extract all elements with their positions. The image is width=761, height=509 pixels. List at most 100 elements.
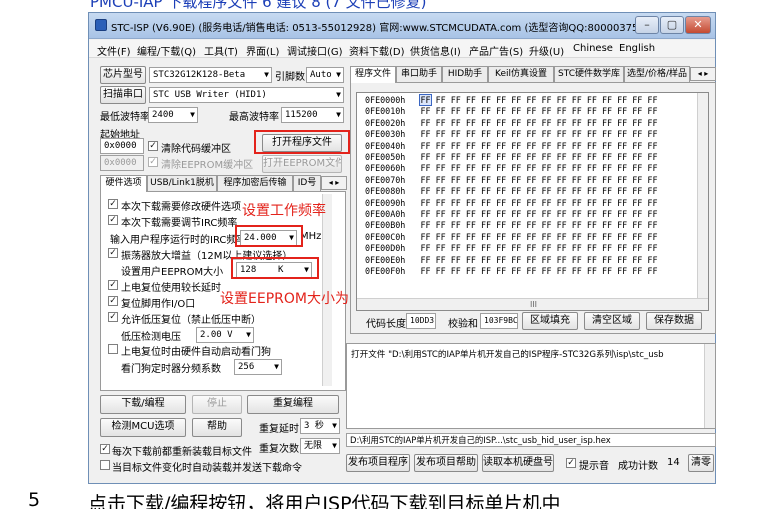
hex-byte-first: FF: [420, 186, 431, 197]
read-disk-serial-button[interactable]: 读取本机硬盘号: [482, 454, 554, 472]
repeat-delay-label: 重复延时: [259, 424, 299, 435]
hex-row: 0FE0050h FF FF FF FF FF FF FF FF FF FF F…: [365, 152, 657, 162]
hex-row: 0FE00A0h FF FF FF FF FF FF FF FF FF FF F…: [365, 209, 657, 219]
hex-address: 0FE00A0h: [365, 209, 406, 219]
tab-encrypted-transfer[interactable]: 程序加密后传输: [217, 175, 293, 191]
lvd-select[interactable]: 2.00 V ▼: [196, 327, 254, 343]
menu-interface[interactable]: 界面(L): [246, 43, 279, 58]
menu-upgrade[interactable]: 升级(U): [529, 43, 564, 58]
tab-serial-assistant[interactable]: 串口助手: [396, 66, 442, 82]
doc-top-caption: PMCU-IAP 下载程序文件 6 建议 8 (7 文件已修复): [90, 0, 427, 10]
stop-button[interactable]: 停止: [192, 395, 242, 414]
publish-project-button[interactable]: 发布项目程序: [346, 454, 410, 472]
hex-address: 0FE0080h: [365, 186, 406, 197]
min-baud-select[interactable]: 2400 ▼: [148, 107, 198, 123]
hex-address: 0FE0000h: [365, 95, 406, 105]
auto-watchdog-label: 上电复位时由硬件自动启动看门狗: [121, 347, 271, 358]
dropdown-arrow-icon: ▼: [336, 110, 341, 119]
dropdown-arrow-icon: ▼: [336, 70, 341, 79]
chip-model-button[interactable]: 芯片型号: [100, 66, 146, 84]
open-eeprom-file-button[interactable]: 打开EEPROM文件: [262, 155, 342, 173]
download-program-button[interactable]: 下载/编程: [100, 395, 186, 414]
code-address-field[interactable]: 0x0000: [100, 138, 144, 154]
tab-math-library[interactable]: STC硬件数学库: [554, 66, 624, 82]
tab-keil-settings[interactable]: Keil仿真设置: [488, 66, 554, 82]
hex-address: 0FE0050h: [365, 152, 406, 162]
tab-hardware-options[interactable]: 硬件选项: [100, 175, 147, 192]
max-baud-select[interactable]: 115200 ▼: [281, 107, 344, 123]
publish-help-button[interactable]: 发布项目帮助: [414, 454, 478, 472]
save-data-button[interactable]: 保存数据: [646, 312, 702, 330]
clear-eeprom-checkbox[interactable]: ✓: [148, 157, 158, 167]
hex-horizontal-scrollbar[interactable]: III: [357, 298, 708, 310]
detect-mcu-button[interactable]: 检测MCU选项: [100, 418, 186, 437]
adjust-irc-checkbox[interactable]: ✓: [108, 215, 118, 225]
clear-count-button[interactable]: 清零: [688, 454, 714, 472]
tab-id[interactable]: ID号: [293, 175, 321, 191]
hex-byte-first: FF: [420, 106, 431, 117]
osc-gain-checkbox[interactable]: ✓: [108, 248, 118, 258]
scan-port-button[interactable]: 扫描串口: [100, 86, 146, 104]
fill-region-button[interactable]: 区域填充: [522, 312, 578, 330]
maximize-button[interactable]: ▢: [660, 16, 684, 34]
file-path-field[interactable]: D:\利用STC的IAP单片机开发自己的ISP...\stc_usb_hid_u…: [346, 433, 716, 447]
repeat-delay-select[interactable]: 3 秒 ▼: [300, 418, 340, 434]
lvd-label: 低压检测电压: [121, 332, 181, 343]
hex-row: 0FE0030h FF FF FF FF FF FF FF FF FF FF F…: [365, 129, 657, 139]
eeprom-size-select[interactable]: 128 K ▼: [236, 262, 312, 278]
eeprom-address-field[interactable]: 0x0000: [100, 155, 144, 171]
modify-hw-options-checkbox[interactable]: ✓: [108, 199, 118, 209]
menu-supply[interactable]: 供货信息(I): [410, 43, 461, 58]
open-program-file-button[interactable]: 打开程序文件: [262, 134, 342, 152]
hex-byte-first: FF: [420, 243, 431, 254]
reload-file-checkbox[interactable]: ✓: [100, 444, 110, 454]
irc-frequency-select[interactable]: 24.000 ▼: [240, 230, 297, 246]
repeat-count-select[interactable]: 无限 ▼: [300, 438, 340, 454]
check-icon: ✓: [109, 248, 117, 258]
hex-byte-first: FF: [420, 163, 431, 174]
title-bar[interactable]: STC-ISP (V6.90E) (服务电话/销售电话: 0513-550129…: [89, 13, 715, 39]
minimize-button[interactable]: –: [635, 16, 659, 34]
menu-tools[interactable]: 工具(T): [204, 43, 238, 58]
menu-chinese[interactable]: Chinese: [573, 43, 613, 54]
hex-bytes: FF FF FF FF FF FF FF FF FF FF FF FF FF F…: [435, 152, 658, 162]
auto-download-checkbox[interactable]: [100, 460, 110, 470]
menu-file[interactable]: 文件(F): [97, 43, 131, 58]
low-voltage-reset-checkbox[interactable]: ✓: [108, 312, 118, 322]
help-button[interactable]: 帮助: [192, 418, 242, 437]
wdt-prescaler-select[interactable]: 256 ▼: [234, 359, 282, 375]
menu-datasheet[interactable]: 资料下载(D): [349, 43, 405, 58]
tab-selection-price[interactable]: 选型/价格/样品: [624, 66, 690, 82]
scroll-arrow-icon[interactable]: ◂ ▸: [321, 176, 347, 190]
checksum-field: 103F9BC: [480, 313, 518, 329]
repeat-program-button[interactable]: 重复编程: [247, 395, 339, 414]
reset-io-checkbox[interactable]: ✓: [108, 296, 118, 306]
success-count-value: 14: [667, 457, 680, 468]
dropdown-arrow-icon: ▼: [246, 330, 251, 339]
tab-program-file[interactable]: 程序文件: [350, 66, 396, 83]
check-icon: ✓: [567, 458, 575, 468]
menu-program[interactable]: 编程/下载(Q): [137, 43, 196, 58]
hex-bytes: FF FF FF FF FF FF FF FF FF FF FF FF FF F…: [435, 174, 658, 185]
port-select[interactable]: STC USB Writer (HID1) ▼: [149, 87, 344, 103]
log-scrollbar[interactable]: [704, 344, 715, 428]
hex-vertical-scrollbar[interactable]: [697, 93, 708, 299]
scroll-arrow-icon[interactable]: ◂ ▸: [690, 67, 716, 81]
auto-watchdog-checkbox[interactable]: [108, 344, 118, 354]
pin-count-select[interactable]: Auto ▼: [306, 67, 344, 83]
hex-byte-first: FF: [420, 220, 431, 231]
clear-code-checkbox[interactable]: ✓: [148, 141, 158, 151]
hex-buffer-view[interactable]: 0FE0000h FF FF FF FF FF FF FF FF FF FF F…: [356, 92, 709, 311]
prompt-sound-checkbox[interactable]: ✓: [566, 458, 576, 468]
menu-english[interactable]: English: [619, 43, 655, 54]
close-button[interactable]: ✕: [685, 16, 711, 34]
hex-bytes: FF FF FF FF FF FF FF FF FF FF FF FF FF F…: [435, 117, 658, 128]
reset-io-label: 复位脚用作I/O口: [121, 299, 196, 310]
clear-region-button[interactable]: 清空区域: [584, 312, 640, 330]
tab-usb-offline[interactable]: USB/Link1脱机: [147, 175, 217, 191]
menu-ads[interactable]: 产品广告(S): [469, 43, 523, 58]
long-delay-checkbox[interactable]: ✓: [108, 280, 118, 290]
chip-model-select[interactable]: STC32G12K128-Beta ▼: [149, 67, 272, 83]
menu-debug[interactable]: 调试接口(G): [287, 43, 343, 58]
tab-hid-assistant[interactable]: HID助手: [442, 66, 488, 82]
